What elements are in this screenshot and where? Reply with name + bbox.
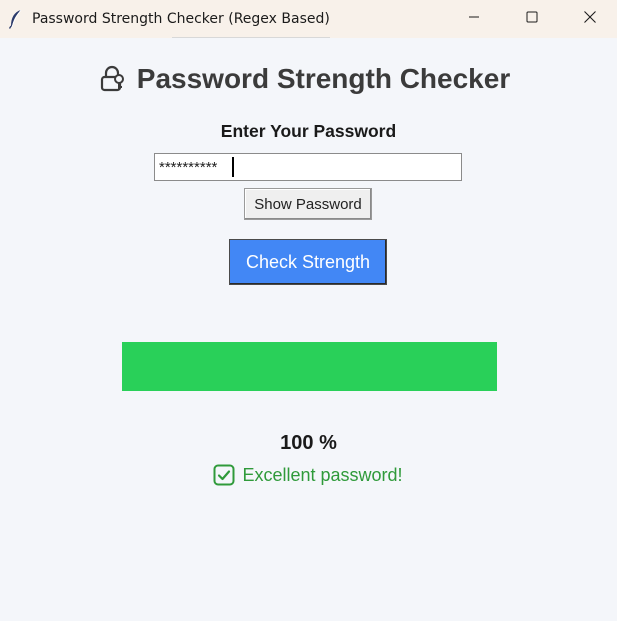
password-label: Enter Your Password	[220, 121, 397, 141]
strength-percent: 100 %	[280, 432, 337, 454]
feather-icon	[8, 9, 24, 29]
app-window: Password Strength Checker (Regex Based)	[0, 0, 617, 621]
page-heading: Password Strength Checker	[0, 62, 617, 96]
page-title: Password Strength Checker	[136, 63, 511, 94]
show-password-button[interactable]: Show Password	[244, 188, 372, 220]
strength-meter-fill	[122, 342, 497, 391]
title-bar: Password Strength Checker (Regex Based)	[0, 0, 617, 38]
minimize-button[interactable]	[451, 0, 497, 38]
close-icon	[583, 10, 597, 29]
minimize-icon	[468, 10, 480, 28]
password-input[interactable]	[154, 153, 462, 181]
maximize-icon	[526, 10, 538, 28]
text-caret	[232, 157, 234, 177]
checkbox-check-icon	[212, 463, 236, 487]
strength-result: Excellent password!	[0, 462, 617, 488]
lock-key-icon	[99, 65, 127, 93]
strength-message: Excellent password!	[242, 464, 403, 485]
maximize-button[interactable]	[509, 0, 555, 38]
close-button[interactable]	[567, 0, 613, 38]
strength-meter	[122, 342, 497, 391]
check-strength-button[interactable]: Check Strength	[229, 239, 387, 285]
window-title: Password Strength Checker (Regex Based)	[32, 11, 330, 27]
title-divider	[172, 37, 330, 38]
